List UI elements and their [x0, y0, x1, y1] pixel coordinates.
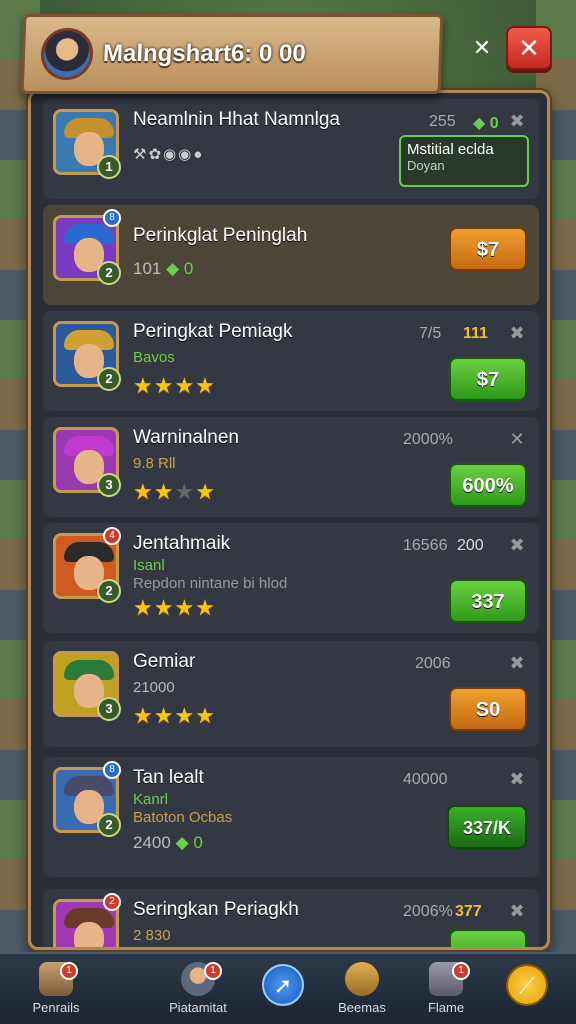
- notification-badge: 1: [60, 962, 78, 980]
- dismiss-icon[interactable]: ✕: [470, 36, 494, 60]
- notification-badge: 8: [103, 761, 121, 779]
- level-badge: 2: [97, 367, 121, 391]
- list-item[interactable]: 1 Neamlnin Hhat Namnlga ⚒✿◉◉● 255 ◆ 0 ✖ …: [43, 99, 539, 199]
- status-tag[interactable]: Mstitial eclda Doyan: [399, 135, 529, 187]
- buy-button[interactable]: 337/K: [447, 805, 527, 849]
- player-name: Tan lealt: [133, 767, 204, 788]
- player-tag: Bavos: [133, 349, 175, 366]
- level-badge: 3: [97, 473, 121, 497]
- gold-count: 377: [455, 903, 482, 920]
- player-tag: Isanl: [133, 557, 165, 574]
- list-item[interactable]: 2 Peringkat Pemiagk Bavos ★★★★ 7/5 111 ✖…: [43, 311, 539, 411]
- stat-value: 255: [429, 113, 456, 130]
- gold-count: 111: [463, 325, 488, 342]
- stat-value: 7/5: [419, 325, 442, 342]
- stat-value: 40000: [403, 771, 448, 788]
- tag-title: Mstitial eclda: [407, 141, 494, 158]
- crossed-swords-icon[interactable]: ✖: [507, 769, 527, 789]
- crossed-swords-icon[interactable]: ✖: [507, 535, 527, 555]
- crossed-swords-icon[interactable]: ✖: [507, 901, 527, 921]
- leaderboard-panel: 1 Neamlnin Hhat Namnlga ⚒✿◉◉● 255 ◆ 0 ✖ …: [28, 90, 550, 950]
- close-icon[interactable]: ✕: [507, 429, 527, 449]
- list-item[interactable]: 2 Seringkan Periagkh 2 830 2006% 377 ✖: [43, 889, 539, 947]
- player-name: Peringkat Pemiagk: [133, 321, 293, 342]
- header-banner: Malngshart6: 0 00: [20, 14, 444, 94]
- buy-button[interactable]: [449, 929, 527, 947]
- star-rating: ★★★★: [133, 479, 216, 504]
- tag-subtitle: Doyan: [407, 158, 445, 173]
- level-badge: 1: [97, 155, 121, 179]
- nav-tab-flame[interactable]: 1 Flame: [396, 960, 496, 1022]
- player-score: 2 830: [133, 927, 171, 944]
- list-item[interactable]: 3 Warninalnen 9.8 Rll ★★★★ 2000% ✕ 600%: [43, 417, 539, 517]
- star-rating: ★★★★: [133, 703, 216, 728]
- star-rating: ★★★★: [133, 595, 216, 620]
- stat-value: 2000%: [403, 431, 453, 448]
- nav-label: Penrails: [32, 1000, 80, 1015]
- player-name: Neamlnin Hhat Namnlga: [133, 109, 340, 130]
- nav-tab-piatamitat[interactable]: 1 Piatamitat: [148, 960, 248, 1022]
- buy-button[interactable]: 337: [449, 579, 527, 623]
- notification-badge: 8: [103, 209, 121, 227]
- crossed-swords-icon[interactable]: ✖: [507, 653, 527, 673]
- notification-badge: 4: [103, 527, 121, 545]
- gem-icon: ◆: [166, 259, 180, 278]
- buy-button[interactable]: 600%: [449, 463, 527, 507]
- level-badge: 3: [97, 697, 121, 721]
- notification-badge: 1: [452, 962, 470, 980]
- player-name: Seringkan Periagkh: [133, 899, 299, 920]
- coin-icon[interactable]: ⟋: [506, 964, 548, 1006]
- level-badge: 2: [97, 579, 121, 603]
- player-description: Repdon nintane bi hlod: [133, 575, 288, 592]
- player-avatar[interactable]: [40, 28, 94, 80]
- list-item[interactable]: 8 2 Tan lealt Kanrl Batoton Ocbas 2400 ◆…: [43, 757, 539, 877]
- player-name: Jentahmaik: [133, 533, 231, 554]
- list-item[interactable]: 3 Gemiar 21000 ★★★★ 2006 ✖ S0: [43, 641, 539, 747]
- notification-badge: 2: [103, 893, 121, 911]
- level-badge: 2: [97, 813, 121, 837]
- stat-value: 2006%: [403, 903, 453, 920]
- helmet-icon: [345, 962, 379, 996]
- player-name: Warninalnen: [133, 427, 239, 448]
- gem-count: ◆ 0: [473, 115, 499, 132]
- nav-label: Flame: [427, 1000, 465, 1015]
- score-line: 101 ◆ 0: [133, 259, 194, 278]
- gem-icon: ◆: [473, 115, 486, 132]
- score-line: 2400 ◆ 0: [133, 833, 203, 852]
- list-item-highlighted[interactable]: 8 2 Perinkglat Peninglah 101 ◆ 0 $7: [43, 205, 539, 305]
- nav-label: Piatamitat: [169, 1000, 227, 1015]
- buy-button[interactable]: $7: [449, 357, 527, 401]
- compass-icon[interactable]: ➚: [262, 964, 304, 1006]
- player-tag: 9.8 Rll: [133, 455, 176, 472]
- score-value: 200: [457, 537, 484, 554]
- nav-tab-penrails[interactable]: 1 Penrails: [6, 960, 106, 1022]
- notification-badge: 1: [204, 962, 222, 980]
- close-button[interactable]: ✕: [506, 26, 552, 70]
- buy-button[interactable]: $7: [449, 227, 527, 271]
- player-description: Batoton Ocbas: [133, 809, 233, 826]
- crossed-swords-icon[interactable]: ✖: [507, 111, 527, 131]
- player-score: 21000: [133, 679, 175, 696]
- level-badge: 2: [97, 261, 121, 285]
- star-rating: ★★★★: [133, 373, 216, 398]
- bottom-nav: 1 Penrails 1 Piatamitat ➚ Beemas 1 Flame…: [0, 952, 576, 1024]
- crossed-swords-icon[interactable]: ✖: [507, 323, 527, 343]
- player-name: Gemiar: [133, 651, 196, 672]
- stat-value: 16566: [403, 537, 448, 554]
- player-name: Perinkglat Peninglah: [133, 225, 308, 246]
- page-title: Malngshart6: 0 00: [102, 40, 307, 67]
- player-tag: Kanrl: [133, 791, 169, 808]
- stat-value: 2006: [415, 655, 451, 672]
- gem-icon: ◆: [175, 833, 189, 852]
- buy-button[interactable]: S0: [449, 687, 527, 731]
- list-item[interactable]: 4 2 Jentahmaik Isanl Repdon nintane bi h…: [43, 523, 539, 633]
- resource-icons: ⚒✿◉◉●: [133, 146, 205, 163]
